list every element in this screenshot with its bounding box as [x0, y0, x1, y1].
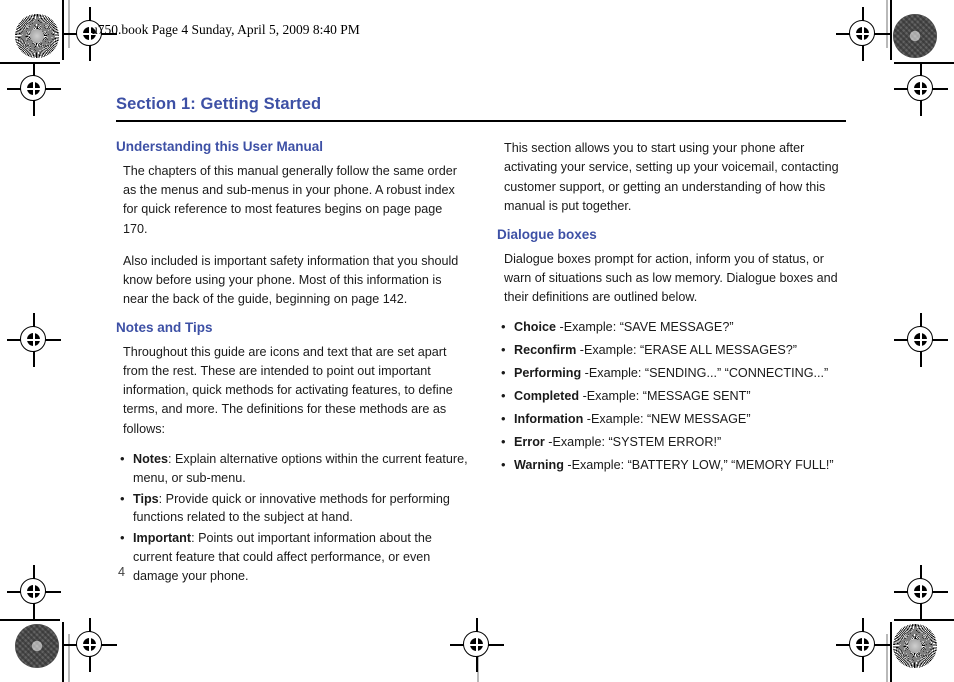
paragraph-section-overview: This section allows you to start using y…	[504, 141, 839, 213]
list-item-term: Warning	[514, 457, 564, 472]
crosshair-dot	[26, 332, 41, 347]
registration-mark-upper-left-inner	[7, 62, 61, 116]
list-item: Completed -Example: “MESSAGE SENT”	[497, 386, 846, 406]
list-item-text: -Example: “SYSTEM ERROR!”	[544, 434, 722, 449]
calibration-target-pattern-bottom-left	[15, 624, 59, 668]
heading-notes-and-tips: Notes and Tips	[116, 320, 213, 336]
trim-line-bottom-right-horizontal	[894, 619, 954, 621]
registration-mark-top-right	[836, 7, 890, 61]
paragraph-chapters-order: The chapters of this manual generally fo…	[123, 164, 457, 236]
list-item: Important: Points out important informat…	[116, 528, 468, 586]
list-item-term: Reconfirm	[514, 343, 577, 358]
list-item: Reconfirm -Example: “ERASE ALL MESSAGES?…	[497, 340, 846, 360]
registration-mark-bottom-center	[450, 618, 504, 672]
paragraph-dialogue-boxes-intro: Dialogue boxes prompt for action, inform…	[504, 251, 838, 305]
list-item-term: Performing	[514, 365, 582, 380]
list-item-text: -Example: “SAVE MESSAGE?”	[556, 320, 734, 335]
crosshair-dot	[913, 584, 928, 599]
crosshair-dot	[855, 26, 870, 41]
trim-line-top-right-vertical	[890, 0, 892, 60]
registration-mark-bottom-left	[63, 618, 117, 672]
list-item-term: Error	[514, 434, 545, 449]
list-item-term: Completed	[514, 388, 580, 403]
list-item: Choice -Example: “SAVE MESSAGE?”	[497, 317, 846, 337]
crosshair-dot	[855, 637, 870, 652]
heading-understanding-this-user-manual: Understanding this User Manual	[116, 139, 324, 155]
list-item-term: Information	[514, 411, 584, 426]
page-content: Section 1: Getting Started Understanding…	[116, 95, 846, 588]
list-item-text: -Example: “NEW MESSAGE”	[583, 411, 751, 426]
list-item-text: -Example: “ERASE ALL MESSAGES?”	[576, 343, 797, 358]
registration-mark-lower-left-inner	[7, 565, 61, 619]
list-item-term: Tips	[133, 491, 159, 506]
printed-page: u750.book Page 4 Sunday, April 5, 2009 8…	[0, 0, 954, 682]
calibration-target-pattern-top-right	[893, 14, 937, 58]
section-title-rule	[116, 119, 846, 123]
notes-and-tips-list: Notes: Explain alternative options withi…	[116, 449, 468, 586]
list-item: Tips: Provide quick or innovative method…	[116, 489, 468, 528]
list-item-term: Important	[133, 531, 192, 546]
running-header: u750.book Page 4 Sunday, April 5, 2009 8…	[91, 22, 360, 37]
two-column-layout: Understanding this User Manual The chapt…	[116, 139, 846, 588]
list-item-text: -Example: “BATTERY LOW,” “MEMORY FULL!”	[563, 457, 834, 472]
dialogue-boxes-list: Choice -Example: “SAVE MESSAGE?” Reconfi…	[497, 317, 846, 475]
list-item: Error -Example: “SYSTEM ERROR!”	[497, 432, 846, 452]
right-column: This section allows you to start using y…	[497, 139, 846, 588]
heading-dialogue-boxes: Dialogue boxes	[497, 226, 597, 242]
list-item: Notes: Explain alternative options withi…	[116, 449, 468, 488]
trim-line-bottom-right-vertical	[890, 622, 892, 682]
paragraph-notes-tips-intro: Throughout this guide are icons and text…	[123, 345, 453, 436]
crosshair-dot	[26, 81, 41, 96]
crosshair-dot	[913, 332, 928, 347]
list-item: Warning -Example: “BATTERY LOW,” “MEMORY…	[497, 455, 846, 475]
paragraph-safety-information: Also included is important safety inform…	[123, 253, 459, 307]
registration-mark-left-middle	[7, 313, 61, 367]
calibration-target-starburst-top-left	[15, 14, 59, 58]
list-item: Information -Example: “NEW MESSAGE”	[497, 409, 846, 429]
section-title: Section 1: Getting Started	[116, 95, 322, 113]
registration-mark-lower-right-inner	[894, 565, 948, 619]
list-item-text: : Explain alternative options within the…	[133, 451, 468, 485]
registration-mark-upper-right-inner	[894, 62, 948, 116]
calibration-target-starburst-bottom-right	[893, 624, 937, 668]
list-item: Performing -Example: “SENDING...” “CONNE…	[497, 363, 846, 383]
list-item-text: : Provide quick or innovative methods fo…	[133, 491, 450, 525]
trim-line-bottom-left-horizontal	[0, 619, 60, 621]
page-number: 4	[118, 565, 126, 579]
registration-mark-right-middle	[894, 313, 948, 367]
crosshair-dot	[82, 637, 97, 652]
left-column: Understanding this User Manual The chapt…	[116, 139, 468, 588]
list-item-term: Choice	[514, 320, 556, 335]
crosshair-dot	[26, 584, 41, 599]
list-item-text: -Example: “SENDING...” “CONNECTING...”	[581, 365, 829, 380]
crosshair-dot	[469, 637, 484, 652]
list-item-term: Notes	[133, 451, 168, 466]
registration-mark-bottom-right	[836, 618, 890, 672]
list-item-text: -Example: “MESSAGE SENT”	[579, 388, 751, 403]
crosshair-dot	[913, 81, 928, 96]
